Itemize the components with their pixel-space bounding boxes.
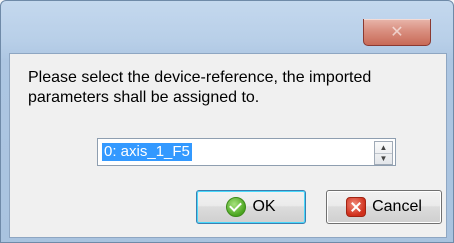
stepper-down-icon[interactable]: ▼	[375, 153, 392, 164]
title-bar[interactable]: ✕	[1, 1, 453, 53]
ok-button[interactable]: OK	[196, 190, 306, 224]
device-reference-value[interactable]: 0: axis_1_F5	[102, 143, 192, 161]
cancel-button[interactable]: Cancel	[326, 190, 442, 224]
check-circle-icon	[226, 197, 247, 217]
close-button[interactable]: ✕	[363, 19, 431, 46]
dialog-body: Please select the device-reference, the …	[9, 53, 447, 238]
dialog-window: ✕ Please select the device-reference, th…	[0, 0, 454, 243]
device-reference-stepper[interactable]: ▲ ▼	[374, 141, 393, 165]
ok-button-label: OK	[252, 198, 276, 215]
prompt-text: Please select the device-reference, the …	[28, 69, 372, 106]
cancel-button-label: Cancel	[372, 198, 422, 215]
device-reference-field[interactable]: 0: axis_1_F5 ▲ ▼	[97, 138, 396, 166]
x-square-icon	[346, 197, 367, 217]
close-icon: ✕	[390, 24, 404, 41]
